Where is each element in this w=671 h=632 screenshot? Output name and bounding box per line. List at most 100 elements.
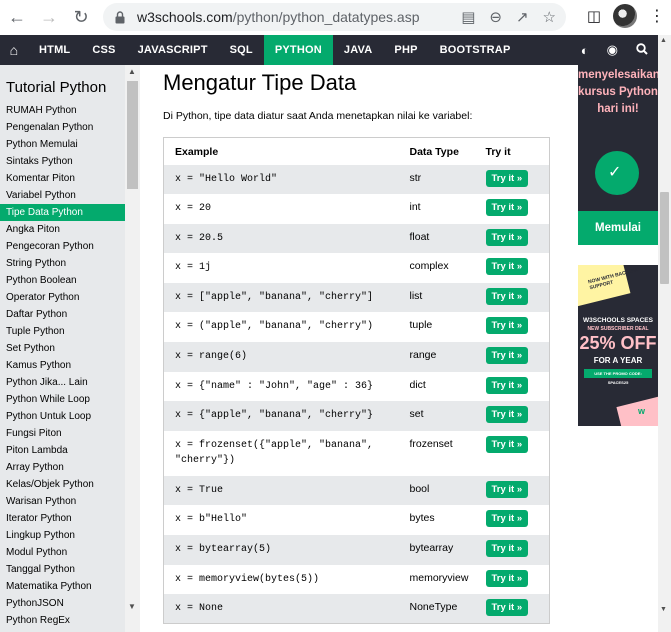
sidebar-item[interactable]: Daftar Python bbox=[0, 306, 125, 323]
table-row: x = 20 int Try it » bbox=[164, 194, 550, 224]
sidebar-item[interactable]: Operator Python bbox=[0, 289, 125, 306]
sidebar-item[interactable]: PythonJSON bbox=[0, 595, 125, 612]
sidebar-item[interactable]: Variabel Python bbox=[0, 187, 125, 204]
header-try-it: Try it bbox=[485, 137, 550, 165]
scroll-down-icon[interactable]: ▼ bbox=[128, 602, 136, 611]
sidebar-item[interactable]: Kamus Python bbox=[0, 357, 125, 374]
page-scrollbar[interactable]: ▲ ▼ bbox=[658, 35, 671, 632]
sidebar-item[interactable]: Tuple Python bbox=[0, 323, 125, 340]
data-type-cell: str bbox=[409, 164, 486, 195]
sidebar-item[interactable]: Pengenalan Python bbox=[0, 119, 125, 136]
try-it-cell: Try it » bbox=[485, 194, 550, 224]
try-it-button[interactable]: Try it » bbox=[485, 376, 529, 394]
profile-avatar[interactable] bbox=[613, 4, 637, 28]
sidebar-item[interactable]: Komentar Piton bbox=[0, 170, 125, 187]
sidebar-item[interactable]: Tipe Data Python bbox=[0, 204, 125, 221]
sidebar-item[interactable]: Piton Lambda bbox=[0, 442, 125, 459]
reload-icon[interactable]: ↻ bbox=[68, 4, 94, 30]
sidebar-item[interactable]: Python RegEx bbox=[0, 612, 125, 629]
page-scroll-thumb[interactable] bbox=[660, 192, 669, 284]
home-icon[interactable]: ⌂ bbox=[0, 35, 28, 65]
share-icon[interactable]: ↗ bbox=[516, 8, 529, 26]
address-bar[interactable]: w3schools.com/python/python_datatypes.as… bbox=[103, 3, 566, 31]
sidebar-item[interactable]: Tanggal Python bbox=[0, 561, 125, 578]
try-it-button[interactable]: Try it » bbox=[485, 599, 529, 617]
try-it-button[interactable]: Try it » bbox=[485, 480, 529, 498]
sidebar-item[interactable]: Modul Python bbox=[0, 544, 125, 561]
start-button[interactable]: Memulai bbox=[578, 211, 658, 245]
sidebar-item[interactable]: Warisan Python bbox=[0, 493, 125, 510]
sidebar-item[interactable]: Python Boolean bbox=[0, 272, 125, 289]
try-it-button[interactable]: Try it » bbox=[485, 569, 529, 587]
back-icon[interactable]: ← bbox=[4, 4, 30, 30]
sidebar-item[interactable]: Angka Piton bbox=[0, 221, 125, 238]
try-it-cell: Try it » bbox=[485, 282, 550, 313]
ad-discount: 25% OFF bbox=[579, 333, 657, 353]
try-it-button[interactable]: Try it » bbox=[485, 199, 529, 217]
globe-icon[interactable]: ◉ bbox=[607, 42, 618, 58]
nav-sql[interactable]: SQL bbox=[219, 35, 264, 65]
data-type-cell: list bbox=[409, 282, 486, 313]
code-example: x = None bbox=[163, 594, 410, 624]
try-it-cell: Try it » bbox=[485, 594, 550, 624]
nav-css[interactable]: CSS bbox=[81, 35, 126, 65]
sidebar-item[interactable]: Python Untuk Loop bbox=[0, 408, 125, 425]
page-scroll-up-icon[interactable]: ▲ bbox=[660, 37, 667, 44]
side-panel-icon[interactable]: ◫ bbox=[587, 7, 601, 25]
sidebar-item[interactable]: Kelas/Objek Python bbox=[0, 476, 125, 493]
table-row: x = bytearray(5) bytearray Try it » bbox=[163, 535, 550, 565]
try-it-button[interactable]: Try it » bbox=[485, 169, 529, 187]
sidebar-item[interactable]: Python Jika... Lain bbox=[0, 374, 125, 391]
nav-python[interactable]: PYTHON bbox=[263, 35, 333, 65]
sidebar-item[interactable]: Python While Loop bbox=[0, 391, 125, 408]
try-it-button[interactable]: Try it » bbox=[485, 347, 529, 365]
sidebar-item[interactable]: Matematika Python bbox=[0, 578, 125, 595]
nav-php[interactable]: PHP bbox=[383, 35, 428, 65]
try-it-button[interactable]: Try it » bbox=[485, 435, 529, 453]
sidebar-scrollbar[interactable]: ▲ ▼ bbox=[125, 65, 140, 632]
course-ad[interactable]: menyelesaikan kursus Python hari ini! ✓ … bbox=[578, 65, 660, 245]
scroll-up-icon[interactable]: ▲ bbox=[128, 67, 136, 76]
data-type-cell: frozenset bbox=[409, 437, 453, 450]
code-example: x = b"Hello" bbox=[175, 514, 248, 526]
sidebar-item[interactable]: Lingkup Python bbox=[0, 527, 125, 544]
bookmark-star-icon[interactable]: ☆ bbox=[543, 8, 556, 26]
sidebar-item[interactable]: Python Memulai bbox=[0, 136, 125, 153]
code-example: x = "Hello World" bbox=[163, 164, 410, 195]
try-it-button[interactable]: Try it » bbox=[485, 510, 529, 528]
try-it-button[interactable]: Try it » bbox=[485, 317, 529, 335]
sidebar-item[interactable]: Fungsi Piton bbox=[0, 425, 125, 442]
spaces-ad[interactable]: NOW WITH BACKEND SUPPORT W3SCHOOLS SPACE… bbox=[578, 265, 658, 426]
nav-java[interactable]: JAVA bbox=[333, 35, 384, 65]
sidebar-scroll-thumb[interactable] bbox=[127, 81, 138, 189]
try-it-button[interactable]: Try it » bbox=[485, 287, 529, 305]
try-it-button[interactable]: Try it » bbox=[485, 258, 529, 276]
try-it-button[interactable]: Try it » bbox=[485, 540, 529, 558]
data-type-cell: float bbox=[409, 223, 486, 254]
search-icon[interactable] bbox=[636, 42, 648, 58]
try-it-button[interactable]: Try it » bbox=[485, 406, 529, 424]
dark-mode-icon[interactable]: ◐ bbox=[581, 43, 589, 58]
try-it-cell: Try it » bbox=[485, 342, 550, 372]
sidebar-item[interactable]: Sintaks Python bbox=[0, 153, 125, 170]
table-row: x = True bool Try it » bbox=[163, 475, 550, 506]
nav-javascript[interactable]: JAVASCRIPT bbox=[127, 35, 219, 65]
sidebar-item[interactable]: Iterator Python bbox=[0, 510, 125, 527]
sidebar-item[interactable]: Pengecoran Python bbox=[0, 238, 125, 255]
code-example: x = memoryview(bytes(5)) bbox=[175, 573, 320, 585]
ad-promo-code: USE THE PROMO CODE: SPACES25 bbox=[584, 369, 652, 385]
sidebar-item[interactable]: Set Python bbox=[0, 340, 125, 357]
zoom-icon[interactable]: ⊖ bbox=[489, 8, 502, 26]
try-it-button[interactable]: Try it » bbox=[485, 228, 529, 246]
sidebar-item[interactable]: RUMAH Python bbox=[0, 102, 125, 119]
nav-html[interactable]: HTML bbox=[28, 35, 81, 65]
translate-icon[interactable]: ▤ bbox=[461, 8, 475, 26]
sidebar-item[interactable]: String Python bbox=[0, 255, 125, 272]
menu-kebab-icon[interactable]: ⋮ bbox=[649, 6, 665, 26]
forward-icon[interactable]: → bbox=[36, 4, 62, 30]
try-it-cell: Try it » bbox=[485, 431, 550, 476]
data-type-cell: complex bbox=[409, 260, 449, 273]
nav-bootstrap[interactable]: BOOTSTRAP bbox=[429, 35, 522, 65]
page-scroll-down-icon[interactable]: ▼ bbox=[660, 606, 667, 613]
sidebar-item[interactable]: Array Python bbox=[0, 459, 125, 476]
